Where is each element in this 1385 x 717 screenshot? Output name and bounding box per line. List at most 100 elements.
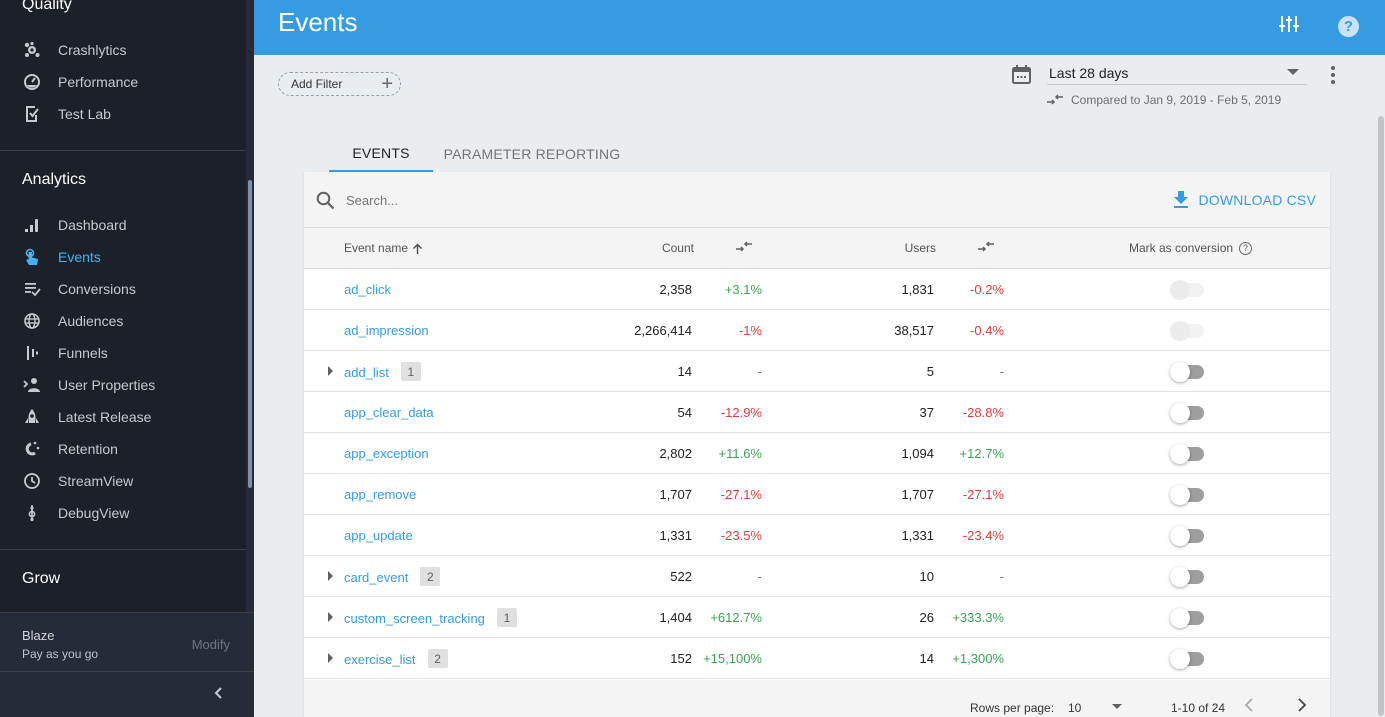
- sidebar-item-conversions[interactable]: Conversions: [0, 273, 246, 305]
- users-cell: 1,707: [901, 487, 934, 502]
- crashlytics-icon: [22, 40, 42, 60]
- rows-per-page-select[interactable]: 10: [1068, 701, 1081, 715]
- users-change-cell: -28.8%: [962, 405, 1004, 420]
- sidebar-item-audiences[interactable]: Audiences: [0, 305, 246, 337]
- column-header-count-change[interactable]: [736, 241, 752, 256]
- tab-events[interactable]: EVENTS: [329, 135, 433, 172]
- event-name-cell: app_update: [344, 528, 413, 543]
- download-csv-button[interactable]: DOWNLOAD CSV: [1174, 191, 1316, 208]
- download-icon: [1174, 191, 1189, 208]
- help-button[interactable]: ?: [1338, 16, 1359, 37]
- sidebar-item-crashlytics[interactable]: Crashlytics: [0, 34, 246, 66]
- column-header-users-change[interactable]: [978, 241, 994, 256]
- users-cell: 5: [926, 364, 934, 379]
- dashboard-icon: [22, 215, 42, 235]
- event-name-cell: card_event 2: [344, 567, 441, 586]
- collapse-sidebar-button[interactable]: [212, 686, 226, 705]
- sidebar-item-label: Crashlytics: [58, 42, 127, 58]
- mark-as-conversion-toggle[interactable]: [1170, 649, 1204, 669]
- event-name-link[interactable]: add_list: [344, 365, 389, 380]
- sidebar-item-performance[interactable]: Performance: [0, 66, 246, 98]
- sidebar-item-test-lab[interactable]: Test Lab: [0, 98, 246, 130]
- users-cell: 10: [919, 569, 934, 584]
- sidebar-item-debugview[interactable]: DebugView: [0, 497, 246, 529]
- mark-as-conversion-toggle[interactable]: [1170, 485, 1204, 505]
- main-scrollbar[interactable]: [1378, 116, 1384, 716]
- sidebar-item-dashboard[interactable]: Dashboard: [0, 209, 246, 241]
- sidebar-item-events[interactable]: Events: [0, 241, 246, 273]
- parameter-count-badge: 1: [496, 608, 517, 627]
- mark-as-conversion-toggle[interactable]: [1170, 608, 1204, 628]
- sidebar-item-funnels[interactable]: Funnels: [0, 337, 246, 369]
- expand-row-icon[interactable]: [328, 366, 333, 376]
- tune-button[interactable]: [1279, 14, 1299, 39]
- table-row: ad_click 2,358 +3.1% 1,831 -0.2%: [304, 269, 1330, 310]
- modify-plan-button[interactable]: Modify: [192, 637, 230, 652]
- mark-as-conversion-toggle[interactable]: [1170, 444, 1204, 464]
- sidebar-item-label: Retention: [58, 441, 118, 457]
- sidebar-item-latest-release[interactable]: Latest Release: [0, 401, 246, 433]
- event-name-link[interactable]: card_event: [344, 570, 408, 585]
- help-circle-icon[interactable]: ?: [1239, 241, 1253, 255]
- sidebar-scrollbar-thumb[interactable]: [248, 180, 252, 488]
- expand-row-icon[interactable]: [328, 612, 333, 622]
- event-name-link[interactable]: app_remove: [344, 487, 416, 502]
- expand-row-icon[interactable]: [328, 571, 333, 581]
- event-name-link[interactable]: app_clear_data: [344, 405, 434, 420]
- billing-plan: Blaze Pay as you go Modify: [0, 612, 254, 672]
- count-cell: 2,266,414: [634, 323, 692, 338]
- sidebar-item-user-properties[interactable]: User Properties: [0, 369, 246, 401]
- event-name-cell: app_exception: [344, 446, 429, 461]
- users-change-cell: +12.7%: [959, 446, 1004, 461]
- mark-as-conversion-toggle: [1170, 321, 1204, 341]
- section-heading-grow: Grow: [22, 570, 61, 587]
- add-filter-button[interactable]: Add Filter +: [278, 72, 401, 96]
- users-change-cell: -0.4%: [970, 323, 1004, 338]
- dropdown-caret-icon[interactable]: [1112, 704, 1122, 709]
- parameter-count-badge: 2: [420, 567, 441, 586]
- download-csv-label: DOWNLOAD CSV: [1198, 191, 1316, 208]
- event-name-link[interactable]: custom_screen_tracking: [344, 611, 485, 626]
- sidebar-divider: [0, 549, 246, 550]
- search-input[interactable]: [346, 190, 846, 210]
- page-title: Events: [278, 7, 358, 37]
- column-header-users[interactable]: Users: [905, 241, 936, 255]
- column-header-count[interactable]: Count: [662, 241, 694, 255]
- debug-icon: [22, 503, 42, 523]
- test-lab-icon: [22, 104, 42, 124]
- next-page-button[interactable]: [1297, 698, 1307, 717]
- event-name-cell: custom_screen_tracking 1: [344, 608, 517, 627]
- table-row: app_exception 2,802 +11.6% 1,094 +12.7%: [304, 433, 1330, 474]
- event-name-link[interactable]: exercise_list: [344, 652, 416, 667]
- users-change-cell: -23.4%: [962, 528, 1004, 543]
- mark-as-conversion-toggle[interactable]: [1170, 567, 1204, 587]
- sidebar-item-retention[interactable]: Retention: [0, 433, 246, 465]
- event-name-link[interactable]: ad_impression: [344, 323, 429, 338]
- sidebar-item-streamview[interactable]: StreamView: [0, 465, 246, 497]
- calendar-icon[interactable]: [1012, 65, 1031, 89]
- sidebar-item-label: DebugView: [58, 505, 130, 521]
- table-row: add_list 1 14 - 5 -: [304, 351, 1330, 392]
- count-cell: 2,358: [659, 282, 692, 297]
- event-name-link[interactable]: ad_click: [344, 282, 391, 297]
- expand-row-icon[interactable]: [328, 653, 333, 663]
- previous-page-button[interactable]: [1244, 698, 1254, 717]
- count-cell: 522: [670, 569, 692, 584]
- event-name-link[interactable]: app_exception: [344, 446, 429, 461]
- users-cell: 38,517: [894, 323, 934, 338]
- users-cell: 1,094: [901, 446, 934, 461]
- count-cell: 1,404: [659, 610, 692, 625]
- more-options-button[interactable]: [1331, 66, 1335, 84]
- date-range-select[interactable]: Last 28 days: [1047, 62, 1307, 85]
- column-header-event-name[interactable]: Event name: [344, 241, 423, 255]
- count-change-cell: -12.9%: [720, 405, 762, 420]
- mark-as-conversion-toggle[interactable]: [1170, 362, 1204, 382]
- mark-as-conversion-toggle[interactable]: [1170, 526, 1204, 546]
- event-name-cell: exercise_list 2: [344, 649, 448, 668]
- chevron-left-icon: [1244, 698, 1253, 712]
- mark-as-conversion-toggle[interactable]: [1170, 403, 1204, 423]
- event-name-link[interactable]: app_update: [344, 528, 413, 543]
- tab-parameter-reporting[interactable]: PARAMETER REPORTING: [433, 135, 631, 172]
- more-vert-icon: [1331, 66, 1335, 70]
- sidebar-item-label: StreamView: [58, 473, 134, 489]
